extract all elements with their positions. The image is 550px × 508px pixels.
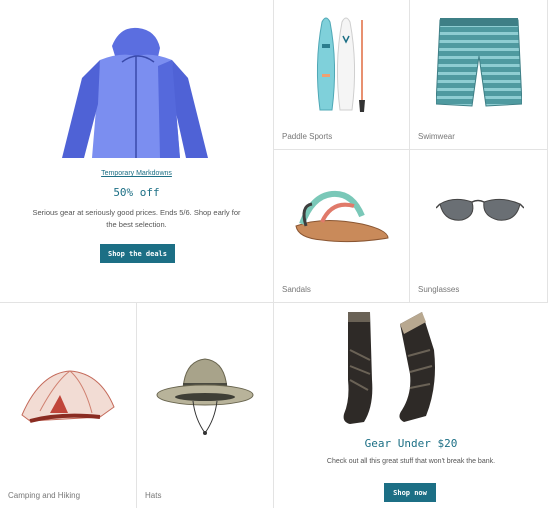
category-tile-camping-and-hiking[interactable]: Camping and Hiking bbox=[0, 303, 136, 508]
sandal-icon bbox=[295, 190, 389, 243]
category-label: Hats bbox=[145, 491, 162, 500]
category-label: Swimwear bbox=[418, 132, 455, 141]
boardshorts-icon bbox=[436, 18, 522, 107]
category-tile-hats[interactable]: Hats bbox=[137, 303, 273, 508]
category-label: Sandals bbox=[282, 285, 311, 294]
category-tile-paddle-sports[interactable]: Paddle Sports bbox=[274, 0, 409, 149]
jacket-icon bbox=[62, 27, 208, 158]
temporary-markdowns-link[interactable]: Temporary Markdowns bbox=[0, 170, 273, 177]
shop-now-button[interactable]: Shop now bbox=[384, 483, 436, 502]
sun-hat-icon bbox=[156, 358, 254, 435]
category-tile-sandals[interactable]: Sandals bbox=[274, 150, 409, 302]
tent-icon bbox=[21, 370, 115, 423]
paddleboard-icon bbox=[316, 17, 365, 112]
divider-v-4 bbox=[547, 0, 548, 302]
markdown-promo-tile[interactable]: Temporary Markdowns 50% off Serious gear… bbox=[0, 0, 273, 302]
promo-description: Serious gear at seriously good prices. E… bbox=[32, 208, 241, 229]
category-label: Sunglasses bbox=[418, 285, 460, 294]
gear-under-20-description: Check out all this great stuff that won'… bbox=[326, 458, 496, 465]
gear-under-20-title: Gear Under $20 bbox=[364, 437, 458, 450]
sunglasses-icon bbox=[436, 198, 524, 221]
socks-icon bbox=[343, 312, 435, 424]
category-tile-swimwear[interactable]: Swimwear bbox=[410, 0, 547, 149]
promo-title: 50% off bbox=[113, 186, 160, 199]
shop-the-deals-button[interactable]: Shop the deals bbox=[100, 244, 175, 263]
category-tile-sunglasses[interactable]: Sunglasses bbox=[410, 150, 547, 302]
category-label: Camping and Hiking bbox=[8, 491, 81, 500]
category-label: Paddle Sports bbox=[282, 132, 333, 141]
